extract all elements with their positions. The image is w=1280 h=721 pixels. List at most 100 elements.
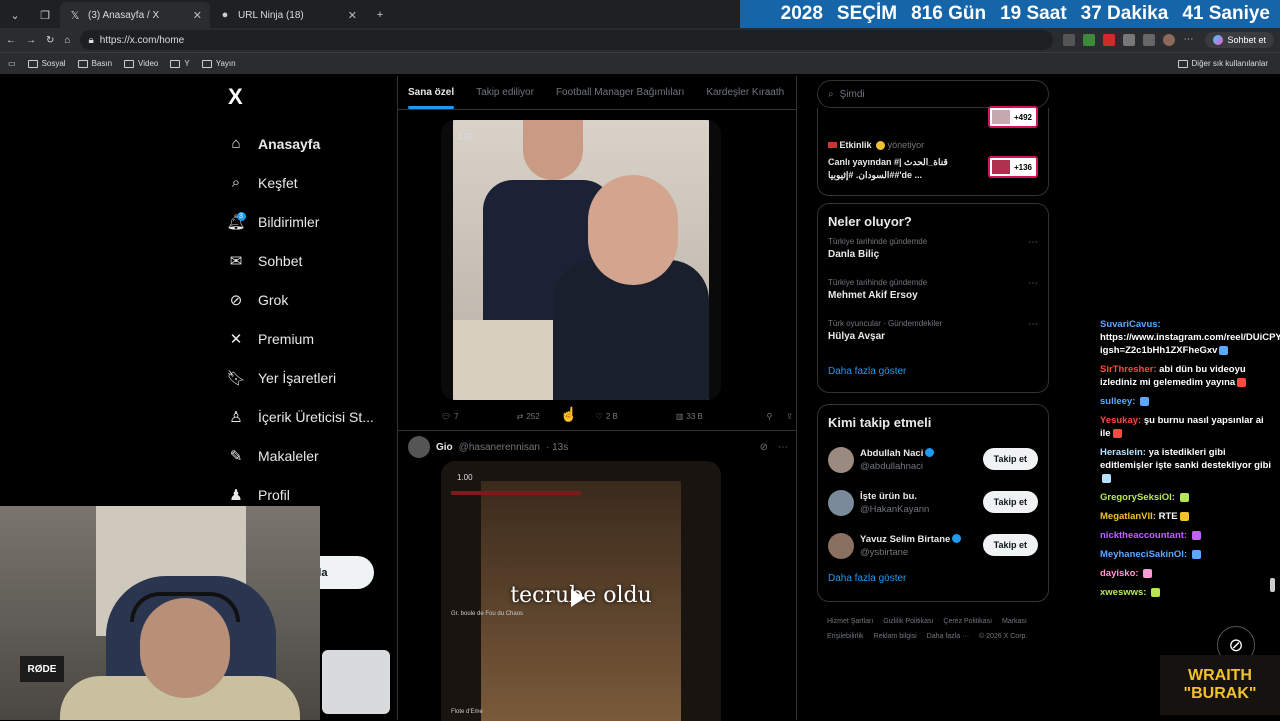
author-handle[interactable]: @hasanerennisan bbox=[459, 442, 540, 453]
chat-username[interactable]: SirThresher: bbox=[1100, 364, 1157, 375]
bookmark-folder[interactable]: Sosyal bbox=[27, 59, 66, 68]
tab-following[interactable]: Takip ediliyor bbox=[476, 87, 534, 98]
author-name[interactable]: Gio bbox=[436, 442, 453, 453]
tab-url-ninja[interactable]: ● URL Ninja (18) ✕ bbox=[210, 2, 365, 28]
copilot-chat-button[interactable]: Sohbet et bbox=[1205, 32, 1274, 48]
follow-button[interactable]: Takip et bbox=[982, 491, 1038, 513]
avatar[interactable] bbox=[408, 436, 430, 458]
chat-username[interactable]: dayisko: bbox=[1100, 568, 1139, 579]
extension-icon[interactable] bbox=[1143, 34, 1156, 46]
reply-button[interactable]: 💬︎ 7 bbox=[441, 412, 459, 421]
post-video[interactable]: 1.00 Gr. boule de Fou du Chaos tecrube o… bbox=[441, 461, 721, 721]
chat-username[interactable]: MeyhaneciSakinOl: bbox=[1100, 549, 1187, 560]
nav-item-articles[interactable]: ✎ Makaleler bbox=[222, 436, 392, 475]
back-icon[interactable]: ← bbox=[6, 35, 16, 46]
play-icon[interactable] bbox=[571, 589, 585, 607]
trend-item[interactable]: Türkiye tarihinde gündemde Mehmet Akif E… bbox=[818, 278, 1048, 319]
footer-link[interactable]: Daha fazla ··· bbox=[927, 633, 969, 640]
playback-speed[interactable]: 1.00 bbox=[457, 132, 473, 141]
chat-username[interactable]: MegatlanVII: bbox=[1100, 511, 1156, 522]
extension-icon[interactable] bbox=[1103, 34, 1116, 46]
nav-item-premium[interactable]: ✕ Premium bbox=[222, 319, 392, 358]
search-input[interactable]: ⌕ Şimdi bbox=[817, 80, 1049, 108]
footer-link[interactable]: Reklam bilgisi bbox=[874, 633, 917, 640]
extension-icon[interactable] bbox=[1083, 34, 1096, 46]
live-count-chip[interactable]: +492 bbox=[988, 106, 1038, 128]
follow-button[interactable]: Takip et bbox=[982, 534, 1038, 556]
close-icon[interactable]: ✕ bbox=[348, 9, 357, 22]
footer-link[interactable]: Erişilebilirlik bbox=[827, 633, 864, 640]
bookmark-button[interactable]: ⚲ bbox=[766, 412, 772, 421]
chat-username[interactable]: sulleey: bbox=[1100, 396, 1135, 407]
repost-button[interactable]: ⇄ 252 bbox=[517, 412, 540, 421]
bookmark-folder[interactable]: Video bbox=[124, 59, 158, 68]
tab-x-home[interactable]: 𝕏 (3) Anasayfa / X ✕ bbox=[60, 2, 210, 28]
tab-football-manager[interactable]: Football Manager Bağımlıları bbox=[556, 87, 684, 98]
avatar[interactable] bbox=[828, 532, 854, 559]
reading-list-icon[interactable]: ▭ bbox=[8, 59, 16, 68]
event-text[interactable]: Canlı yayından #| قناة_الحدث #السودان. #… bbox=[828, 156, 978, 182]
like-button[interactable]: ♡ 2 B bbox=[596, 412, 618, 421]
tab-for-you[interactable]: Sana özel bbox=[408, 87, 455, 109]
new-tab-button[interactable]: + bbox=[365, 2, 395, 28]
more-icon[interactable]: ⋯ bbox=[1183, 34, 1195, 46]
bookmark-folder[interactable]: Y bbox=[170, 59, 190, 68]
tab-menu[interactable]: ⌄ bbox=[0, 2, 30, 28]
x-logo[interactable]: X bbox=[228, 84, 392, 110]
more-icon[interactable]: ⋯ bbox=[1028, 237, 1038, 248]
trend-item[interactable]: Türk oyuncular · Gündemdekiler Hülya Avş… bbox=[818, 319, 1048, 360]
extension-icon[interactable] bbox=[1063, 34, 1076, 46]
post-video[interactable]: 1.00 bbox=[441, 120, 721, 400]
chat-username[interactable]: SuvariCavus: bbox=[1100, 319, 1161, 330]
url-field[interactable]: 🔒︎ https://x.com/home bbox=[80, 30, 1054, 50]
more-icon[interactable]: ⋯ bbox=[1028, 319, 1038, 330]
footer-link[interactable]: Çerez Politikası bbox=[943, 618, 992, 625]
close-icon[interactable]: ✕ bbox=[193, 9, 202, 22]
share-button[interactable]: ⇪ bbox=[786, 412, 793, 421]
nav-item-creator-studio[interactable]: ♙ İçerik Üreticisi St... bbox=[222, 397, 392, 436]
forward-icon[interactable]: → bbox=[26, 35, 36, 46]
tab-actions[interactable]: ❐ bbox=[30, 2, 60, 28]
show-more-link[interactable]: Daha fazla göster bbox=[828, 366, 1038, 377]
chat-scrollbar[interactable] bbox=[1270, 578, 1275, 592]
trend-item[interactable]: Türkiye tarihinde gündemde Danla Biliç ⋯ bbox=[818, 237, 1048, 278]
bookmark-folder[interactable]: Yayın bbox=[201, 59, 236, 68]
chat-username[interactable]: Yesukay: bbox=[1100, 415, 1141, 426]
chart-icon: ▥ bbox=[675, 411, 684, 421]
post-time[interactable]: · 13s bbox=[546, 442, 568, 453]
more-icon[interactable]: ⋯ bbox=[1028, 278, 1038, 289]
chat-username[interactable]: Heraslein: bbox=[1100, 447, 1146, 458]
avatar[interactable] bbox=[828, 446, 854, 473]
chat-username[interactable]: xweswws: bbox=[1100, 587, 1146, 598]
views-button[interactable]: ▥ 33 B bbox=[676, 412, 703, 421]
profile-avatar[interactable] bbox=[1163, 34, 1176, 46]
show-more-link[interactable]: Daha fazla göster bbox=[828, 573, 1038, 584]
follow-suggestion[interactable]: İşte ürün bu. @HakanKayann Takip et bbox=[818, 481, 1048, 524]
bookmark-folder[interactable]: Basın bbox=[77, 59, 112, 68]
avatar[interactable] bbox=[828, 489, 854, 516]
chat-username[interactable]: nicktheaccountant: bbox=[1100, 530, 1187, 541]
follow-suggestion[interactable]: Abdullah Naci @abdullahnaci Takip et bbox=[818, 438, 1048, 481]
live-count-chip[interactable]: +136 bbox=[988, 156, 1038, 178]
nav-item-explore[interactable]: ⌕ Keşfet bbox=[222, 163, 392, 202]
follow-button[interactable]: Takip et bbox=[982, 448, 1038, 470]
footer-link[interactable]: Gizlilik Politikası bbox=[883, 618, 933, 625]
home-icon[interactable]: ⌂ bbox=[64, 35, 70, 46]
footer-link[interactable]: Markası bbox=[1002, 618, 1027, 625]
extension-icon[interactable] bbox=[1123, 34, 1136, 46]
other-bookmarks[interactable]: Diğer sık kullanılanlar bbox=[1177, 59, 1268, 68]
more-icon[interactable]: ⋯ bbox=[778, 442, 788, 453]
nav-item-home[interactable]: ⌂ Anasayfa bbox=[222, 124, 392, 163]
refresh-icon[interactable]: ↻ bbox=[46, 35, 54, 46]
footer-link[interactable]: Hizmet Şartları bbox=[827, 618, 873, 625]
grok-icon[interactable]: ⊘ bbox=[760, 442, 768, 453]
nav-item-notifications[interactable]: 🔔︎ 3 Bildirimler bbox=[222, 202, 392, 241]
event-row[interactable]: Etkinlik yönetiyor bbox=[828, 140, 924, 151]
nav-item-chat[interactable]: ✉ Sohbet bbox=[222, 241, 392, 280]
nav-item-bookmarks[interactable]: 🔖︎ Yer İşaretleri bbox=[222, 358, 392, 397]
playback-speed[interactable]: 1.00 bbox=[457, 473, 473, 482]
nav-item-grok[interactable]: ⊘ Grok bbox=[222, 280, 392, 319]
follow-suggestion[interactable]: Yavuz Selim Birtane @ysbirtane Takip et bbox=[818, 524, 1048, 567]
chat-username[interactable]: GregorySeksiOl: bbox=[1100, 492, 1175, 503]
tab-kardesler[interactable]: Kardeşler Kıraath bbox=[706, 87, 784, 98]
